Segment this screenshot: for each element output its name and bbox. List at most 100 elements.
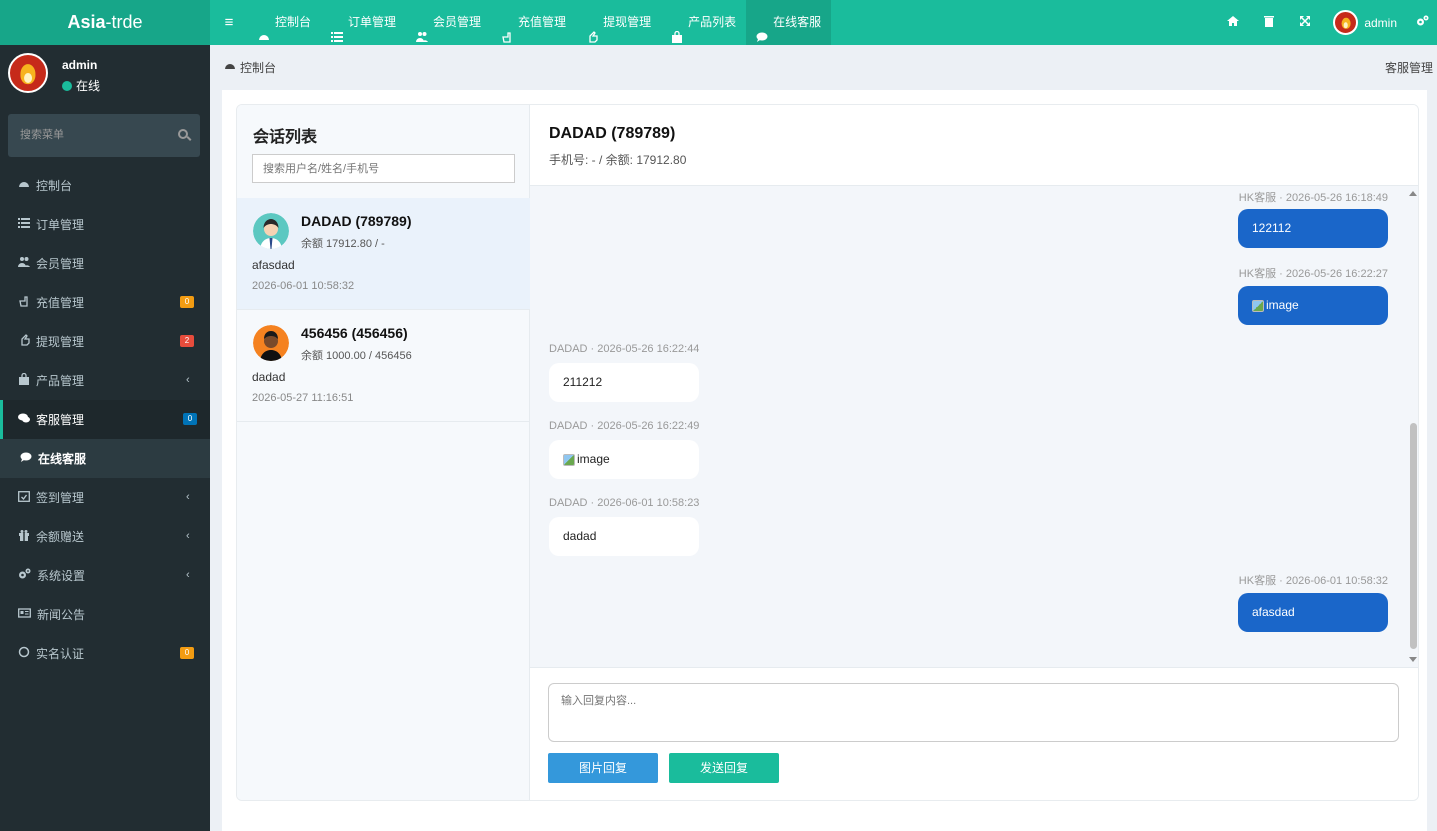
topnav-item-orders[interactable]: 订单管理 bbox=[321, 0, 406, 45]
calendar-check-icon bbox=[18, 490, 30, 505]
home-icon bbox=[1227, 15, 1240, 30]
top-user-menu[interactable]: admin bbox=[1323, 0, 1407, 45]
chat-header: DADAD (789789) 手机号: - / 余额: 17912.80 bbox=[530, 105, 1418, 186]
settings-button[interactable] bbox=[1407, 0, 1437, 45]
status-dot-icon bbox=[62, 80, 72, 91]
message-scrollbar[interactable] bbox=[1404, 186, 1418, 667]
breadcrumb-current: 客服管理 bbox=[1384, 61, 1433, 75]
topnav-item-online-service[interactable]: 在线客服 bbox=[746, 0, 832, 45]
users-icon bbox=[18, 256, 30, 271]
scrollbar-thumb[interactable] bbox=[1410, 423, 1417, 649]
chat-container: 会话列表 DADAD (789789) 余额 17912.80 / - afas… bbox=[236, 104, 1419, 801]
brand-logo[interactable]: Asia-trde bbox=[0, 0, 210, 45]
breadcrumb[interactable]: 控制台 bbox=[224, 59, 276, 76]
topnav-item-recharge[interactable]: 充值管理 bbox=[491, 0, 576, 45]
shopping-bag-icon bbox=[671, 17, 683, 43]
withdraw-count-badge: 2 bbox=[180, 335, 194, 347]
sidebar-item-members[interactable]: 会员管理 bbox=[0, 244, 210, 283]
users-icon bbox=[416, 17, 429, 42]
message-incoming: DADAD · 2026-05-26 16:22:49 image bbox=[549, 420, 719, 485]
message-outgoing: HK客服 · 2026-05-26 16:18:49 122112 bbox=[1218, 189, 1388, 254]
image-reply-button[interactable]: 图片回复 bbox=[548, 753, 658, 783]
sidebar-item-products[interactable]: 产品管理 ‹ bbox=[0, 361, 210, 400]
chevron-left-icon: ‹ bbox=[186, 491, 190, 503]
chat-user-name: DADAD (789789) bbox=[549, 125, 676, 142]
content-panel: 会话列表 DADAD (789789) 余额 17912.80 / - afas… bbox=[222, 90, 1427, 831]
message-bubble: dadad bbox=[549, 517, 699, 556]
conversation-search-input[interactable] bbox=[252, 154, 515, 183]
home-button[interactable] bbox=[1215, 0, 1251, 45]
chevron-left-icon: ‹ bbox=[186, 569, 190, 581]
search-icon[interactable] bbox=[178, 129, 188, 139]
gift-icon bbox=[18, 529, 30, 544]
scroll-down-arrow-icon[interactable] bbox=[1409, 657, 1417, 662]
topnav-item-withdraw[interactable]: 提现管理 bbox=[576, 0, 661, 45]
scroll-up-arrow-icon[interactable] bbox=[1409, 191, 1417, 196]
hand-point-icon bbox=[501, 17, 513, 43]
menu-toggle-button[interactable]: ≡ bbox=[210, 0, 248, 45]
cogs-icon bbox=[1416, 15, 1429, 30]
sidebar: admin 在线 搜索菜单 控制台 订单管理 会员管理 充值管理 0 提现管理 2 … bbox=[0, 45, 210, 831]
message-bubble: 122112 bbox=[1238, 209, 1388, 248]
message-image[interactable]: image bbox=[1238, 286, 1388, 325]
sidebar-menu: 控制台 订单管理 会员管理 充值管理 0 提现管理 2 产品管理 ‹ 客服管理 0 在线… bbox=[0, 166, 210, 673]
chevron-left-icon: ‹ bbox=[186, 530, 190, 542]
topnav-item-products[interactable]: 产品列表 bbox=[661, 0, 746, 45]
user-avatar bbox=[253, 213, 289, 249]
clear-cache-button[interactable] bbox=[1251, 0, 1287, 45]
verification-count-badge: 0 bbox=[180, 647, 194, 659]
dashboard-icon bbox=[224, 60, 236, 75]
top-navbar: Asia-trde ≡ 控制台 订单管理 会员管理 充值管理 提现管理 产品列表… bbox=[0, 0, 1437, 45]
newspaper-icon bbox=[18, 607, 31, 622]
sidebar-item-online-service[interactable]: 在线客服 bbox=[0, 439, 210, 478]
fullscreen-button[interactable] bbox=[1287, 0, 1323, 45]
list-icon bbox=[331, 17, 344, 42]
comments-icon bbox=[18, 412, 30, 427]
broken-image-icon bbox=[563, 453, 575, 466]
main-content: 控制台 客服管理 会话列表 DADAD (789789) 余额 17912.80… bbox=[210, 45, 1437, 831]
message-incoming: DADAD · 2026-05-26 16:22:44 211212 bbox=[549, 343, 719, 408]
dashboard-icon bbox=[258, 17, 270, 40]
sidebar-item-orders[interactable]: 订单管理 bbox=[0, 205, 210, 244]
top-nav: ≡ 控制台 订单管理 会员管理 充值管理 提现管理 产品列表 在线客服 bbox=[210, 0, 832, 45]
message-bubble: 211212 bbox=[549, 363, 699, 402]
chat-window: DADAD (789789) 手机号: - / 余额: 17912.80 HK客… bbox=[530, 105, 1418, 800]
topnav-item-dashboard[interactable]: 控制台 bbox=[248, 0, 321, 45]
sidebar-item-verification[interactable]: 实名认证 0 bbox=[0, 634, 210, 673]
user-avatar bbox=[253, 325, 289, 361]
sidebar-item-balance-gift[interactable]: 余额赠送 ‹ bbox=[0, 517, 210, 556]
reply-area: 图片回复 发送回复 bbox=[530, 667, 1418, 800]
online-status: 在线 bbox=[62, 77, 100, 94]
list-icon bbox=[18, 217, 30, 232]
shopping-bag-icon bbox=[18, 372, 30, 388]
top-right-nav: admin bbox=[1215, 0, 1437, 45]
message-bubble: afasdad bbox=[1238, 593, 1388, 632]
user-avatar bbox=[8, 53, 48, 93]
circle-icon bbox=[18, 646, 30, 661]
message-list: HK客服 · 2026-05-26 16:18:49 122112 HK客服 ·… bbox=[530, 186, 1418, 667]
topnav-item-members[interactable]: 会员管理 bbox=[406, 0, 491, 45]
message-incoming: DADAD · 2026-06-01 10:58:23 dadad bbox=[549, 497, 719, 562]
sidebar-item-recharge[interactable]: 充值管理 0 bbox=[0, 283, 210, 322]
reply-input[interactable] bbox=[548, 683, 1399, 742]
sidebar-search-input[interactable]: 搜索菜单 bbox=[8, 114, 200, 157]
chat-icon bbox=[20, 451, 32, 466]
message-image[interactable]: image bbox=[549, 440, 699, 479]
conversation-item[interactable]: 456456 (456456) 余额 1000.00 / 456456 dada… bbox=[237, 310, 530, 422]
sidebar-item-checkin[interactable]: 签到管理 ‹ bbox=[0, 478, 210, 517]
sidebar-item-withdraw[interactable]: 提现管理 2 bbox=[0, 322, 210, 361]
chat-icon bbox=[756, 17, 768, 42]
message-outgoing: HK客服 · 2026-06-01 10:58:32 afasdad bbox=[1218, 572, 1388, 637]
hand-up-icon bbox=[18, 334, 30, 349]
trash-icon bbox=[1263, 15, 1275, 30]
sidebar-item-settings[interactable]: 系统设置 ‹ bbox=[0, 556, 210, 595]
conversation-list-title: 会话列表 bbox=[253, 129, 318, 146]
conversation-item[interactable]: DADAD (789789) 余额 17912.80 / - afasdad 2… bbox=[237, 198, 530, 310]
send-reply-button[interactable]: 发送回复 bbox=[669, 753, 779, 783]
message-outgoing: HK客服 · 2026-05-26 16:22:27 image bbox=[1218, 265, 1388, 330]
sidebar-item-news[interactable]: 新闻公告 bbox=[0, 595, 210, 634]
sidebar-item-customer-service[interactable]: 客服管理 0 bbox=[0, 400, 210, 439]
chat-user-info: 手机号: - / 余额: 17912.80 bbox=[549, 153, 687, 167]
sidebar-item-dashboard[interactable]: 控制台 bbox=[0, 166, 210, 205]
conversation-list: 会话列表 DADAD (789789) 余额 17912.80 / - afas… bbox=[237, 105, 530, 800]
